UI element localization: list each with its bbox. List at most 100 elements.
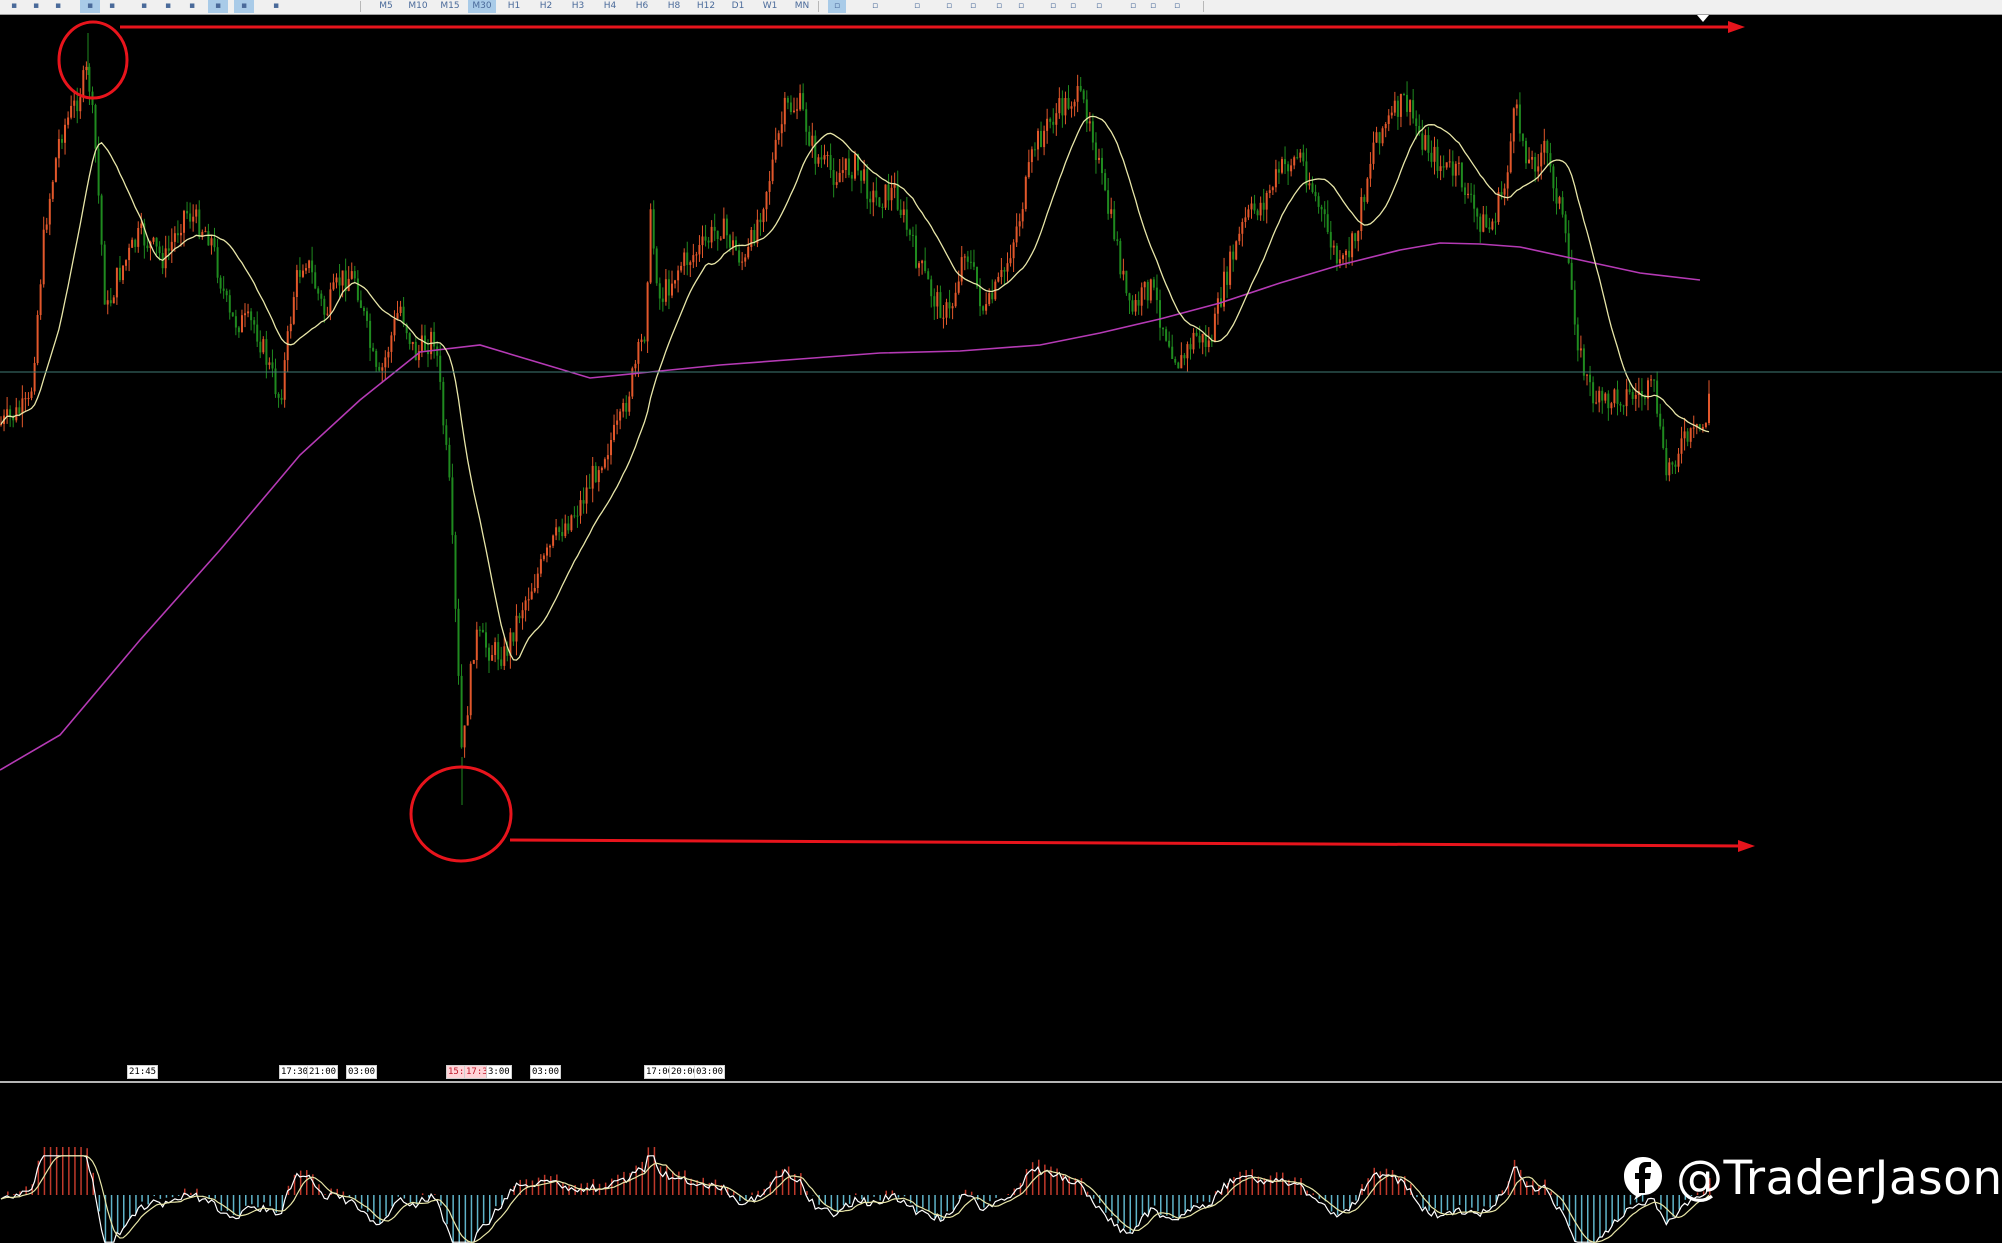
oscillator-bar (190, 1192, 192, 1195)
timeframe-w1-button[interactable]: W1 (756, 0, 784, 13)
candle-body (1235, 241, 1238, 260)
oscillator-bar (257, 1195, 259, 1208)
oscillator-bar (1599, 1195, 1601, 1238)
candle-body (1058, 98, 1061, 114)
oscillator-bar (421, 1193, 424, 1195)
timeframe-m5-button[interactable]: M5 (372, 0, 400, 13)
timeframe-m15-button[interactable]: M15 (436, 0, 464, 13)
candle-body (454, 535, 457, 609)
candle-body (1543, 140, 1546, 153)
bottom-arrow-line (509, 838, 1746, 848)
candle-body (1406, 94, 1408, 112)
toolbar-tool-button[interactable]: ▪ (102, 0, 122, 13)
toolbar-tool-button[interactable]: ▪ (4, 0, 24, 13)
oscillator-bar (306, 1170, 308, 1195)
timeframe-h1-button[interactable]: H1 (500, 0, 528, 13)
oscillator-bar (1336, 1195, 1339, 1215)
candle-body (1125, 270, 1128, 294)
timeframe-m10-button[interactable]: M10 (404, 0, 432, 13)
candle-body (933, 296, 936, 307)
candle-body (231, 312, 234, 317)
timeframe-h2-button[interactable]: H2 (532, 0, 560, 13)
candle-body (915, 235, 917, 268)
candle-body (1323, 209, 1326, 215)
toolbar-drawing-tool-button[interactable]: ▫ (1144, 0, 1162, 13)
candle-body (1589, 374, 1591, 383)
chart-toolbar: ▪ ▪ ▪ ▪ ▪ ▪ ▪ ▪ ▪ ▪ ▪ M5 M10 M15 M30 H1 H2 H3 H4 H6 H8 H12 D1 W… (0, 0, 2002, 15)
oscillator-bar (952, 1195, 955, 1210)
toolbar-drawing-tool-button[interactable]: ▫ (828, 0, 846, 13)
candle-body (176, 233, 179, 236)
price-chart[interactable] (0, 15, 2002, 1081)
time-axis-label: 03:00 (530, 1065, 562, 1079)
candle-body (1259, 202, 1262, 216)
oscillator-bar (1556, 1195, 1558, 1207)
toolbar-drawing-tool-button[interactable]: ▫ (990, 0, 1008, 13)
toolbar-tool-button[interactable]: ▪ (266, 0, 286, 13)
timeframe-d1-button[interactable]: D1 (724, 0, 752, 13)
toolbar-tool-button[interactable]: ▪ (134, 0, 154, 13)
toolbar-tool-button[interactable]: ▪ (208, 0, 228, 13)
candle-body (271, 362, 274, 369)
toolbar-drawing-tool-button[interactable]: ▫ (964, 0, 982, 13)
oscillator-bar (946, 1195, 948, 1212)
oscillator-bar (177, 1195, 180, 1196)
candle-body (1369, 163, 1372, 179)
toolbar-separator (1203, 1, 1204, 12)
candle-body (338, 277, 341, 286)
timeframe-h12-button[interactable]: H12 (692, 0, 720, 13)
candle-body (253, 320, 256, 325)
toolbar-drawing-tool-button[interactable]: ▫ (1090, 0, 1108, 13)
candle-body (42, 229, 45, 285)
candle-body (628, 396, 631, 412)
toolbar-drawing-tool-button[interactable]: ▫ (1044, 0, 1062, 13)
oscillator-bar (220, 1195, 223, 1211)
candle-body (1515, 104, 1518, 109)
candle-body (250, 311, 253, 321)
timeframe-h8-button[interactable]: H8 (660, 0, 688, 13)
candle-body (1500, 192, 1503, 195)
candle-body (835, 182, 838, 185)
candle-body (561, 532, 564, 537)
candle-body (237, 327, 240, 333)
candle-body (1098, 157, 1100, 160)
timeframe-mn-button[interactable]: MN (788, 0, 816, 13)
candle-body (1265, 193, 1268, 210)
toolbar-tool-button[interactable]: ▪ (234, 0, 254, 13)
timeframe-h3-button[interactable]: H3 (564, 0, 592, 13)
candle-body (1680, 438, 1683, 454)
candle-body (1281, 159, 1283, 173)
candle-body (701, 236, 704, 246)
toolbar-tool-button[interactable]: ▪ (158, 0, 178, 13)
toolbar-tool-button[interactable]: ▪ (48, 0, 68, 13)
time-axis-label: 03:00 (346, 1065, 378, 1079)
toolbar-tool-button[interactable]: ▪ (26, 0, 46, 13)
candle-body (1479, 216, 1482, 232)
candle-body (911, 234, 914, 236)
timeframe-m30-button[interactable]: M30 (468, 0, 496, 13)
toolbar-drawing-tool-button[interactable]: ▫ (940, 0, 958, 13)
oscillator-bar (684, 1170, 686, 1195)
candle-body (1189, 344, 1192, 350)
timeframe-h4-button[interactable]: H4 (596, 0, 624, 13)
candle-body (606, 455, 609, 460)
candle-body (1494, 221, 1497, 223)
oscillator-bar (1135, 1195, 1138, 1226)
oscillator-bar (269, 1195, 271, 1207)
oscillator-bar (1330, 1195, 1333, 1212)
annotation-top-high[interactable] (57, 15, 1745, 100)
toolbar-drawing-tool-button[interactable]: ▫ (1124, 0, 1142, 13)
toolbar-tool-button[interactable]: ▪ (182, 0, 202, 13)
candle-body (832, 170, 835, 185)
toolbar-drawing-tool-button[interactable]: ▫ (1168, 0, 1186, 13)
toolbar-drawing-tool-button[interactable]: ▫ (866, 0, 884, 13)
timeframe-h6-button[interactable]: H6 (628, 0, 656, 13)
toolbar-drawing-tool-button[interactable]: ▫ (1012, 0, 1030, 13)
toolbar-drawing-tool-button[interactable]: ▫ (1064, 0, 1082, 13)
toolbar-drawing-tool-button[interactable]: ▫ (908, 0, 926, 13)
annotation-bottom-low[interactable] (409, 765, 1755, 863)
candle-body (1226, 271, 1229, 285)
candle-body (103, 244, 106, 305)
toolbar-tool-button[interactable]: ▪ (80, 0, 100, 13)
candle-body (945, 302, 948, 318)
